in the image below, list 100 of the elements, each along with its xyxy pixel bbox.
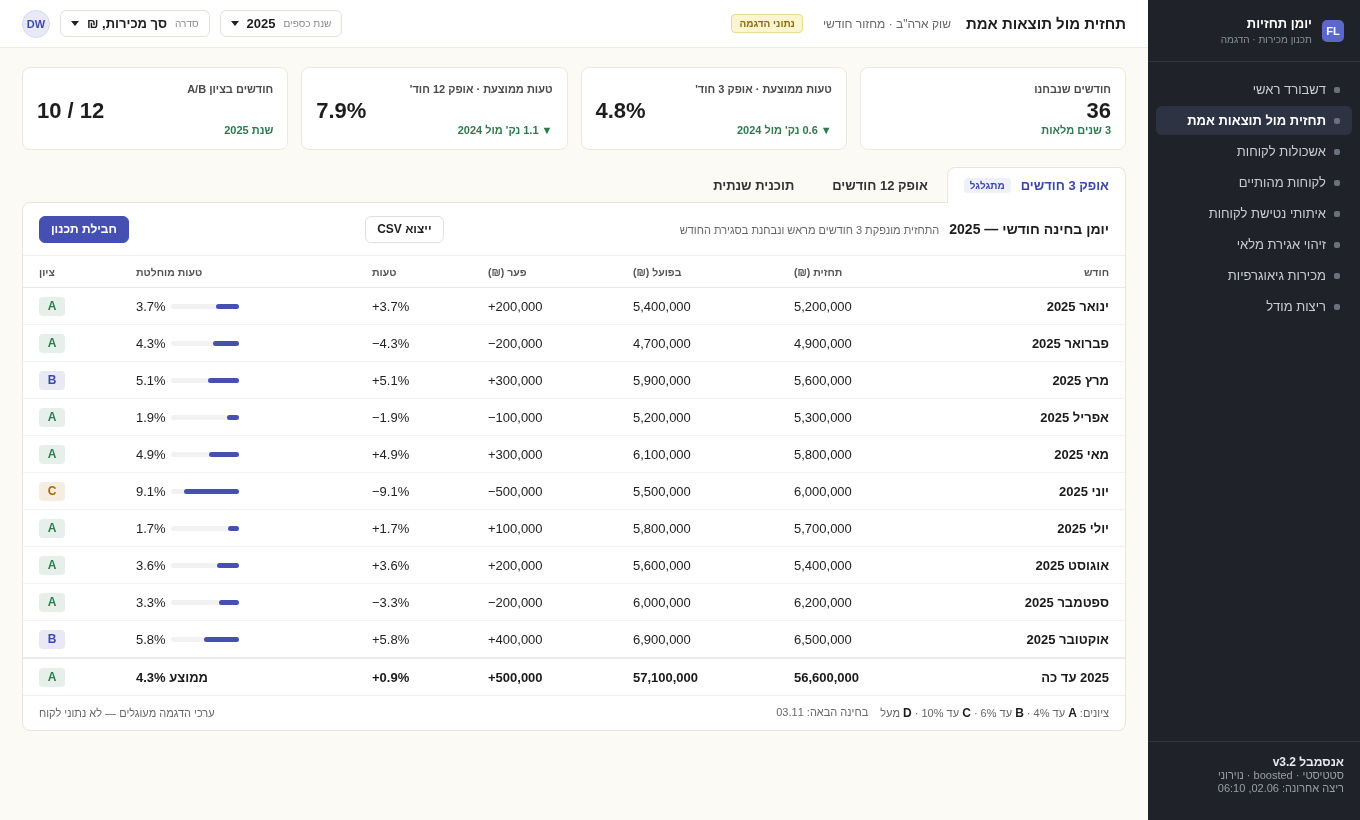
total-error-cell: +0.9% [356,658,472,696]
footnote: ערכי הדגמה מעוגלים — לא נתוני לקוח [39,707,215,719]
forecast-cell: 5,200,000 [778,287,960,325]
tab[interactable]: אופק 3 חודשים מתגלגל [946,167,1126,203]
nav-item[interactable]: לקוחות מהותיים [1156,168,1352,197]
abs-error-text: 5.1% [136,372,166,388]
nav-item[interactable]: תחזית מול תוצאות אמת [1156,106,1352,135]
grade-badge: A [39,444,65,464]
column-header: פער (₪) [472,256,617,288]
nav-item[interactable]: מכירות גיאוגרפיות [1156,261,1352,290]
error-cell: +3.7% [356,287,472,325]
column-header: טעות [356,256,472,288]
action-button[interactable]: ייצוא CSV [365,215,444,243]
kpi-value: 7.9% [316,99,368,123]
actual-cell: 5,800,000 [617,509,778,547]
grade-badge: A [39,555,65,575]
actual-cell: 6,000,000 [617,583,778,621]
gap-cell: −500,000 [472,472,617,510]
month-cell: יולי 2025 [960,509,1125,547]
nav-item[interactable]: זיהוי אגירת מלאי [1156,230,1352,259]
error-cell: +5.1% [356,361,472,399]
grade-badge: A [39,333,65,353]
kpi-note: 3 שנים מלאות [1040,124,1111,137]
actual-cell: 5,600,000 [617,546,778,584]
column-header: תחזית (₪) [778,256,960,288]
kpi-label: טעות ממוצעת · אופק 12 חוד' [408,82,553,96]
forecast-cell: 6,000,000 [778,472,960,510]
abs-error-text: 3.6% [136,557,166,573]
forecast-cell: 6,500,000 [778,620,960,658]
total-gap-cell: +500,000 [472,658,617,696]
error-cell: +1.7% [356,509,472,547]
action-button[interactable]: חבילת תכנון [39,215,129,243]
abs-error-text: 3.3% [136,594,166,610]
filter-select[interactable]: סדרה סך מכירות, ₪ [60,10,210,37]
actual-cell: 5,400,000 [617,287,778,325]
column-header: ציון [23,256,120,288]
gap-cell: +400,000 [472,620,617,658]
abs-error-text: 1.9% [136,409,166,425]
abs-error-text: 4.3% [136,335,166,351]
nav-item[interactable]: איתותי נטישת לקוחות [1156,199,1352,228]
column-header: חודש [960,256,1125,288]
bullet-icon [1334,210,1340,217]
bullet-icon [1334,86,1340,93]
demo-data-badge: נתוני הדגמה [731,14,803,33]
kpi-label: חודשים בציון A/B [186,82,274,96]
total-label: 2025 עד כה [960,658,1125,696]
month-cell: ספטמבר 2025 [960,583,1125,621]
user-avatar[interactable]: DW [22,9,50,38]
app-subtitle: תכנון מכירות · הדגמה [1220,34,1312,45]
page-title: תחזית מול תוצאות אמת [965,15,1126,32]
actual-cell: 5,200,000 [617,398,778,436]
error-cell: +5.8% [356,620,472,658]
gap-cell: −200,000 [472,324,617,362]
month-cell: מאי 2025 [960,435,1125,473]
gap-cell: −100,000 [472,398,617,436]
bullet-icon [1334,179,1340,186]
bullet-icon [1334,241,1340,248]
kpi-value: 4.8% [595,99,647,123]
error-cell: −1.9% [356,398,472,436]
month-cell: פברואר 2025 [960,324,1125,362]
kpi-label: חודשים שנבחנו [1033,82,1111,96]
abs-error-text: 3.7% [136,298,166,314]
tab[interactable]: תוכנית שנתית [694,167,814,202]
grade-badge: A [39,592,65,612]
grade-badge: B [39,370,65,390]
tab[interactable]: אופק 12 חודשים [813,167,947,202]
nav-item[interactable]: ריצות מודל [1156,292,1352,321]
grade-badge: A [39,667,65,687]
month-cell: אוגוסט 2025 [960,546,1125,584]
error-cell: +3.6% [356,546,472,584]
nav-item[interactable]: דשבורד ראשי [1156,75,1352,104]
nav-item[interactable]: אשכולות לקוחות [1156,137,1352,166]
kpi-note: ▼ 0.6 נק' מול 2024 [735,124,832,137]
grade-badge: A [39,296,65,316]
error-cell: +4.9% [356,435,472,473]
error-cell: −9.1% [356,472,472,510]
forecast-cell: 5,800,000 [778,435,960,473]
total-forecast-cell: 56,600,000 [778,658,960,696]
grade-badge: B [39,629,65,649]
kpi-note: ▼ 1.1 נק' מול 2024 [456,124,553,137]
month-cell: אוקטובר 2025 [960,620,1125,658]
forecast-cell: 4,900,000 [778,324,960,362]
month-cell: אפריל 2025 [960,398,1125,436]
forecast-cell: 6,200,000 [778,583,960,621]
caret-icon [71,21,79,26]
forecast-cell: 5,600,000 [778,361,960,399]
column-header: בפועל (₪) [617,256,778,288]
actual-cell: 5,500,000 [617,472,778,510]
bullet-icon [1334,117,1340,124]
actual-cell: 4,700,000 [617,324,778,362]
gap-cell: +200,000 [472,287,617,325]
caret-icon [230,21,239,26]
gap-cell: +300,000 [472,435,617,473]
gap-cell: +300,000 [472,361,617,399]
bullet-icon [1334,148,1340,155]
abs-error-text: 1.7% [136,520,166,536]
panel-title: יומן בחינה חודשי — 2025 [949,221,1109,237]
grade-badge: A [39,518,65,538]
gap-cell: +100,000 [472,509,617,547]
gap-cell: +200,000 [472,546,617,584]
